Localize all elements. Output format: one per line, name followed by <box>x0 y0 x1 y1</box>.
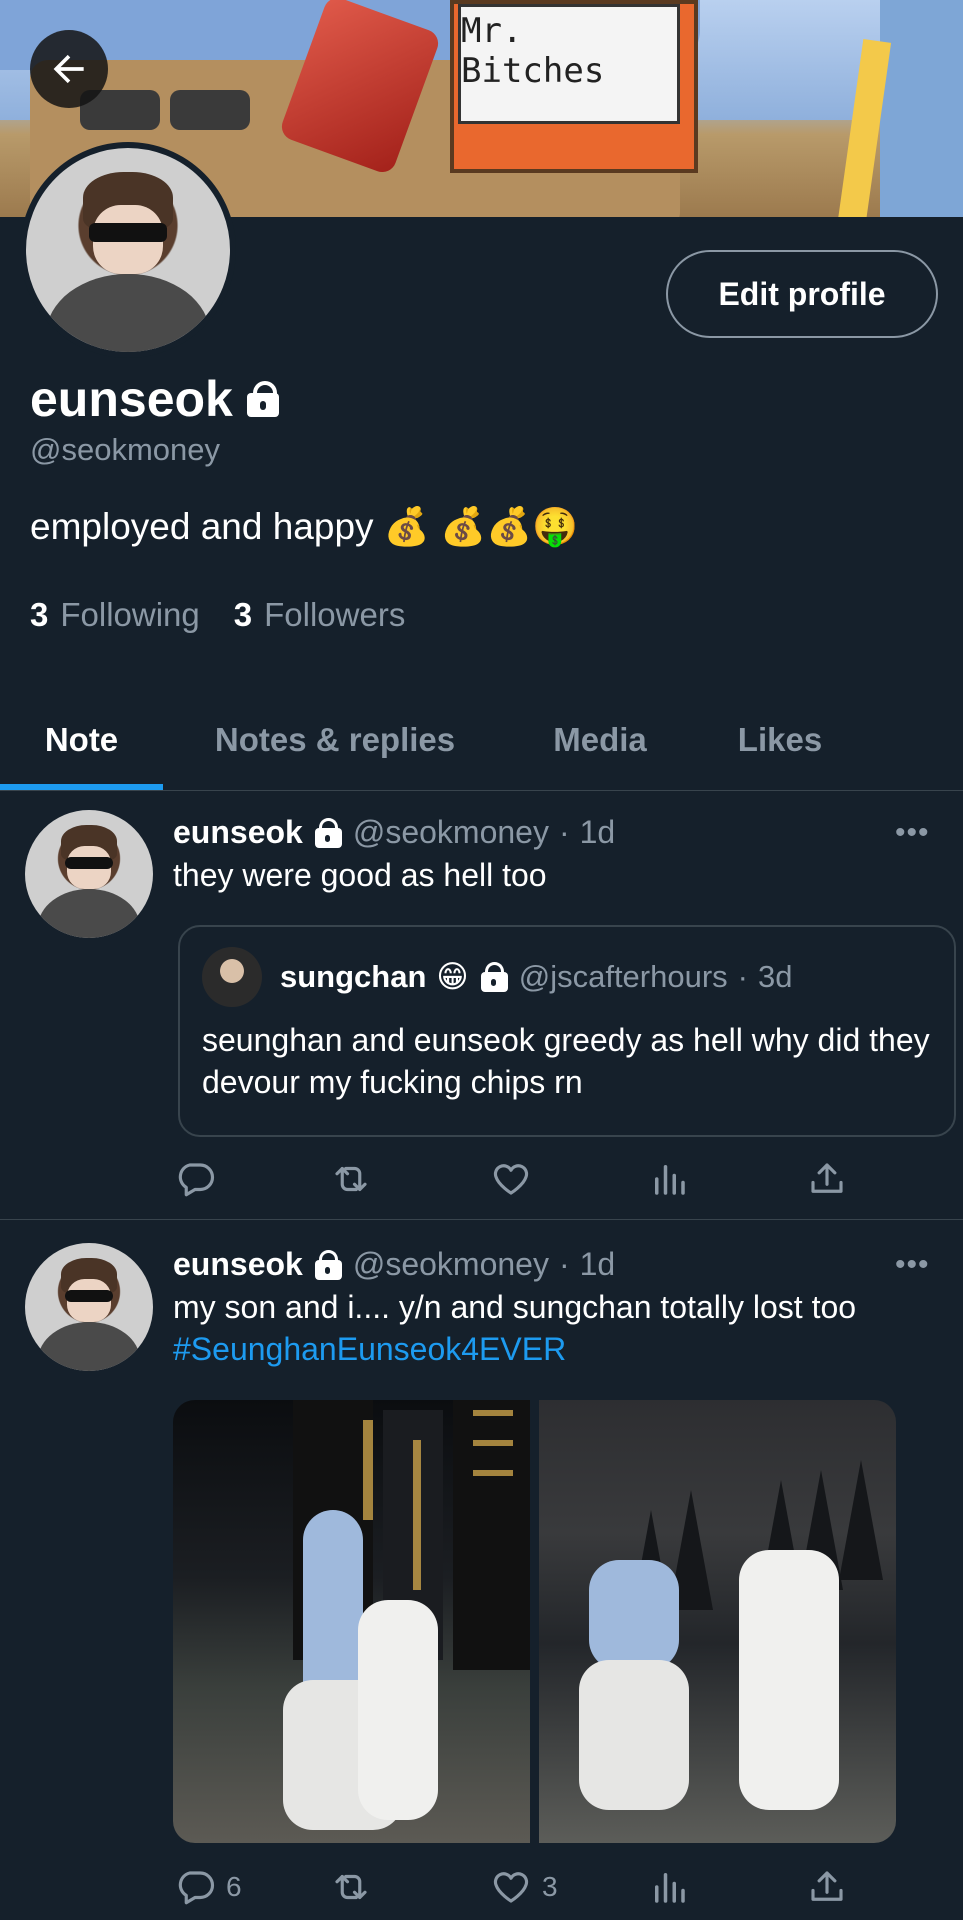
quote-header: sungchan 😁 @jscafterhours · 3d <box>280 959 793 994</box>
tweet-photo[interactable] <box>173 1400 530 1843</box>
retweet-button[interactable] <box>330 1866 372 1908</box>
divider <box>0 790 963 791</box>
profile-bio: employed and happy 💰 💰💰🤑 <box>30 506 579 547</box>
follow-stats: 3 Following 3 Followers <box>30 596 405 634</box>
lock-icon <box>245 381 281 417</box>
following-count: 3 <box>30 596 49 633</box>
lock-icon <box>479 962 509 992</box>
tweet-hashtag[interactable]: #SeunghanEunseok4EVER <box>173 1331 566 1367</box>
quoted-tweet[interactable]: sungchan 😁 @jscafterhours · 3d seunghan … <box>178 925 956 1137</box>
followers-count: 3 <box>233 596 253 633</box>
retweet-icon <box>335 1166 367 1192</box>
tweet-header: eunseok @seokmoney · 1d <box>173 1246 616 1283</box>
divider <box>0 1219 963 1220</box>
quote-author-emoji: 😁 <box>436 959 469 994</box>
like-icon <box>493 1872 529 1903</box>
banner-sign: Mr. Bitches <box>458 4 680 124</box>
lock-icon <box>313 1249 343 1280</box>
tab-notes-replies[interactable]: Notes & replies <box>190 690 480 790</box>
more-icon[interactable]: ••• <box>895 816 930 850</box>
profile-tabs: Note Notes & replies Media Likes <box>0 690 963 790</box>
tweet-text: my son and i.... y/n and sungchan totall… <box>173 1286 913 1370</box>
analytics-icon <box>655 1873 685 1903</box>
like-icon <box>493 1164 529 1195</box>
like-button[interactable] <box>490 1158 542 1200</box>
tweet-author-name[interactable]: eunseok <box>173 1246 303 1283</box>
profile-display-name: eunseok <box>30 371 233 427</box>
followers-link[interactable]: 3 Followers <box>234 596 406 634</box>
tweet-text: they were good as hell too <box>173 857 547 893</box>
retweet-icon <box>335 1874 367 1900</box>
reply-count: 6 <box>226 1871 242 1902</box>
followers-label: Followers <box>264 596 406 633</box>
tweet-time: 1d <box>579 814 616 850</box>
tweet-author-name[interactable]: eunseok <box>173 814 303 851</box>
following-label: Following <box>60 596 200 633</box>
quote-text: seunghan and eunseok greedy as hell why … <box>202 1022 930 1100</box>
edit-profile-button[interactable]: Edit profile <box>666 250 938 338</box>
tab-media[interactable]: Media <box>530 690 670 790</box>
tweet-avatar[interactable] <box>25 1243 153 1371</box>
quote-author-handle: @jscafterhours <box>518 959 728 994</box>
share-button[interactable] <box>806 1866 848 1908</box>
following-link[interactable]: 3 Following <box>30 596 200 634</box>
analytics-icon <box>655 1165 685 1195</box>
share-icon <box>811 1163 843 1193</box>
tweet-author-handle: @seokmoney <box>352 814 549 850</box>
like-button[interactable]: 3 <box>490 1866 558 1908</box>
back-arrow-icon <box>53 54 84 84</box>
share-icon <box>811 1871 843 1901</box>
analytics-button[interactable] <box>648 1866 690 1908</box>
tab-likes[interactable]: Likes <box>710 690 850 790</box>
more-icon[interactable]: ••• <box>895 1248 930 1282</box>
tweet-photo[interactable] <box>539 1400 896 1843</box>
retweet-button[interactable] <box>330 1158 372 1200</box>
share-button[interactable] <box>806 1158 848 1200</box>
quote-avatar <box>202 947 262 1007</box>
back-button[interactable] <box>30 30 108 108</box>
reply-icon <box>178 1163 215 1197</box>
profile-handle: @seokmoney <box>30 432 220 467</box>
quote-time: 3d <box>758 959 793 994</box>
reply-button[interactable]: 6 <box>174 1866 242 1908</box>
quote-author-name: sungchan <box>280 959 427 994</box>
reply-icon <box>178 1871 215 1905</box>
like-count: 3 <box>542 1871 558 1902</box>
profile-avatar[interactable] <box>20 142 236 358</box>
lock-icon <box>313 817 343 848</box>
tweet-header: eunseok @seokmoney · 1d <box>173 814 616 851</box>
analytics-button[interactable] <box>648 1158 690 1200</box>
tweet-author-handle: @seokmoney <box>352 1246 549 1282</box>
profile-name-row: eunseok <box>30 370 281 428</box>
tweet-time: 1d <box>579 1246 616 1282</box>
tweet-avatar[interactable] <box>25 810 153 938</box>
tweet-text-body: my son and i.... y/n and sungchan totall… <box>173 1289 857 1325</box>
reply-button[interactable] <box>174 1158 226 1200</box>
tab-note[interactable]: Note <box>0 690 163 790</box>
